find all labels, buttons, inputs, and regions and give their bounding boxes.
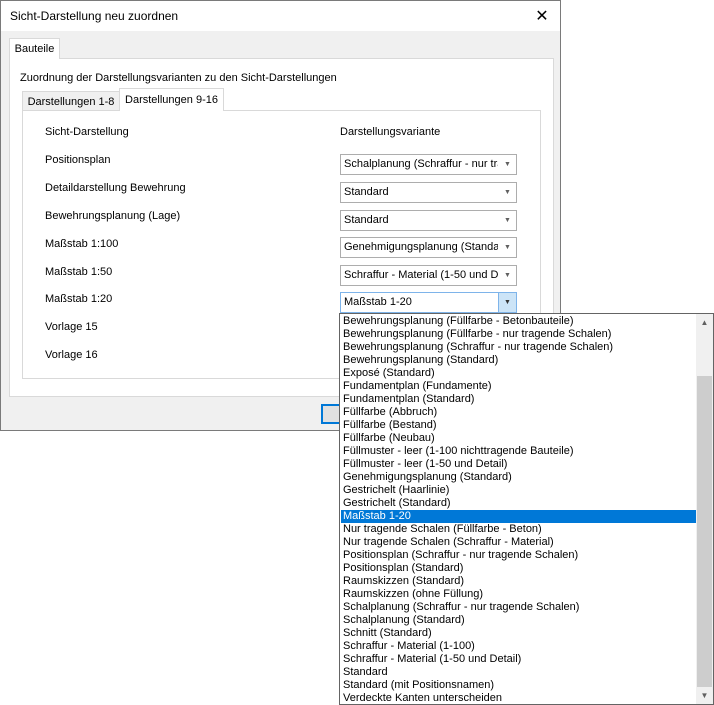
row-label-bewehrungsplanung-lage: Bewehrungsplanung (Lage) <box>45 210 181 222</box>
row-label-vorlage-16: Vorlage 16 <box>45 349 98 361</box>
dropdown-option[interactable]: Schalplanung (Standard) <box>341 614 697 627</box>
dropdown-option[interactable]: Standard <box>341 666 697 679</box>
chevron-down-icon[interactable]: ▼ <box>499 183 516 202</box>
tab-label: Darstellungen 9-16 <box>125 94 218 106</box>
chevron-down-icon[interactable]: ▼ <box>499 238 516 257</box>
dropdown-option[interactable]: Füllmuster - leer (1-100 nichttragende B… <box>341 445 697 458</box>
dropdown-option[interactable]: Füllfarbe (Bestand) <box>341 419 697 432</box>
group-label: Zuordnung der Darstellungsvarianten zu d… <box>20 72 337 84</box>
dropdown-option[interactable]: Standard (mit Positionsnamen) <box>341 679 697 692</box>
dropdown-option[interactable]: Bewehrungsplanung (Schraffur - nur trage… <box>341 341 697 354</box>
dropdown-option[interactable]: Schnitt (Standard) <box>341 627 697 640</box>
window-title: Sicht-Darstellung neu zuordnen <box>10 9 179 23</box>
scroll-up-icon[interactable]: ▲ <box>696 314 713 331</box>
row-label-detaildarstellung-bewehrung: Detaildarstellung Bewehrung <box>45 182 186 194</box>
tab-label: Darstellungen 1-8 <box>27 95 115 108</box>
combo-value: Schalplanung (Schraffur - nur tragende S… <box>344 158 498 170</box>
dropdown-option[interactable]: Genehmigungsplanung (Standard) <box>341 471 697 484</box>
scroll-down-icon[interactable]: ▼ <box>696 687 713 704</box>
dropdown-option[interactable]: Raumskizzen (Standard) <box>341 575 697 588</box>
combo-detaildarstellung-bewehrung[interactable]: Standard ▼ <box>340 182 517 203</box>
screen: Sicht-Darstellung neu zuordnen ✕ Bauteil… <box>0 0 714 705</box>
scrollbar-thumb[interactable] <box>697 376 712 687</box>
row-label-massstab-1-20: Maßstab 1:20 <box>45 293 113 305</box>
dropdown-option[interactable]: Fundamentplan (Fundamente) <box>341 380 697 393</box>
option-list[interactable]: Bewehrungsplanung (Füllfarbe - Betonbaut… <box>341 315 697 705</box>
scrollbar[interactable]: ▲ ▼ <box>696 314 713 704</box>
chevron-down-icon[interactable]: ▼ <box>499 211 516 230</box>
dropdown-option[interactable]: Bewehrungsplanung (Füllfarbe - Betonbaut… <box>341 315 697 328</box>
tab-bauteile[interactable]: Bauteile <box>9 38 60 59</box>
combo-value: Standard <box>344 186 389 198</box>
dropdown-option[interactable]: Gestrichelt (Haarlinie) <box>341 484 697 497</box>
combo-value: Genehmigungsplanung (Standard) <box>344 241 498 253</box>
dropdown-option[interactable]: Nur tragende Schalen (Schraffur - Materi… <box>341 536 697 549</box>
dropdown-option[interactable]: Fundamentplan (Standard) <box>341 393 697 406</box>
dropdown-option[interactable]: Positionsplan (Standard) <box>341 562 697 575</box>
dropdown-option[interactable]: Exposé (Standard) <box>341 367 697 380</box>
column-header-sicht-darstellung: Sicht-Darstellung <box>45 126 129 138</box>
combo-massstab-1-50[interactable]: Schraffur - Material (1-50 und Detail) ▼ <box>340 265 517 286</box>
row-label-massstab-1-50: Maßstab 1:50 <box>45 266 113 278</box>
title-bar: Sicht-Darstellung neu zuordnen ✕ <box>1 1 560 31</box>
tab-bauteile-label: Bauteile <box>14 43 55 55</box>
tab-darstellungen-1-8[interactable]: Darstellungen 1-8 <box>22 91 120 111</box>
chevron-down-icon[interactable]: ▼ <box>498 293 516 312</box>
dropdown-option[interactable]: Verdeckte Kanten unterscheiden <box>341 692 697 705</box>
combo-bewehrungsplanung-lage[interactable]: Standard ▼ <box>340 210 517 231</box>
dropdown-option[interactable]: Schraffur - Material (1-100) <box>341 640 697 653</box>
combo-value: Schraffur - Material (1-50 und Detail) <box>344 269 498 281</box>
dropdown-option[interactable]: Schraffur - Material (1-50 und Detail) <box>341 653 697 666</box>
dropdown-option[interactable]: Nur tragende Schalen (Füllfarbe - Beton) <box>341 523 697 536</box>
dropdown-option[interactable]: Füllfarbe (Neubau) <box>341 432 697 445</box>
dropdown-option[interactable]: Bewehrungsplanung (Standard) <box>341 354 697 367</box>
combo-value: Maßstab 1-20 <box>344 296 412 308</box>
close-icon[interactable]: ✕ <box>524 1 560 31</box>
dropdown-option[interactable]: Gestrichelt (Standard) <box>341 497 697 510</box>
dropdown-option[interactable]: Bewehrungsplanung (Füllfarbe - nur trage… <box>341 328 697 341</box>
row-label-vorlage-15: Vorlage 15 <box>45 321 98 333</box>
tab-darstellungen-9-16[interactable]: Darstellungen 9-16 <box>119 88 224 111</box>
dropdown-option[interactable]: Füllfarbe (Abbruch) <box>341 406 697 419</box>
chevron-down-icon[interactable]: ▼ <box>499 155 516 174</box>
dropdown-list[interactable]: Bewehrungsplanung (Füllfarbe - Betonbaut… <box>339 313 714 705</box>
dropdown-option[interactable]: Raumskizzen (ohne Füllung) <box>341 588 697 601</box>
dropdown-option[interactable]: Füllmuster - leer (1-50 und Detail) <box>341 458 697 471</box>
chevron-down-icon[interactable]: ▼ <box>499 266 516 285</box>
dropdown-option[interactable]: Maßstab 1-20 <box>341 510 697 523</box>
combo-massstab-1-100[interactable]: Genehmigungsplanung (Standard) ▼ <box>340 237 517 258</box>
column-header-darstellungsvariante: Darstellungsvariante <box>340 126 441 138</box>
dropdown-option[interactable]: Schalplanung (Schraffur - nur tragende S… <box>341 601 697 614</box>
dropdown-option[interactable]: Positionsplan (Schraffur - nur tragende … <box>341 549 697 562</box>
row-label-massstab-1-100: Maßstab 1:100 <box>45 238 119 250</box>
combo-value: Standard <box>344 214 389 226</box>
row-label-positionsplan: Positionsplan <box>45 154 111 166</box>
combo-positionsplan[interactable]: Schalplanung (Schraffur - nur tragende S… <box>340 154 517 175</box>
combo-massstab-1-20[interactable]: Maßstab 1-20 ▼ <box>340 292 517 313</box>
